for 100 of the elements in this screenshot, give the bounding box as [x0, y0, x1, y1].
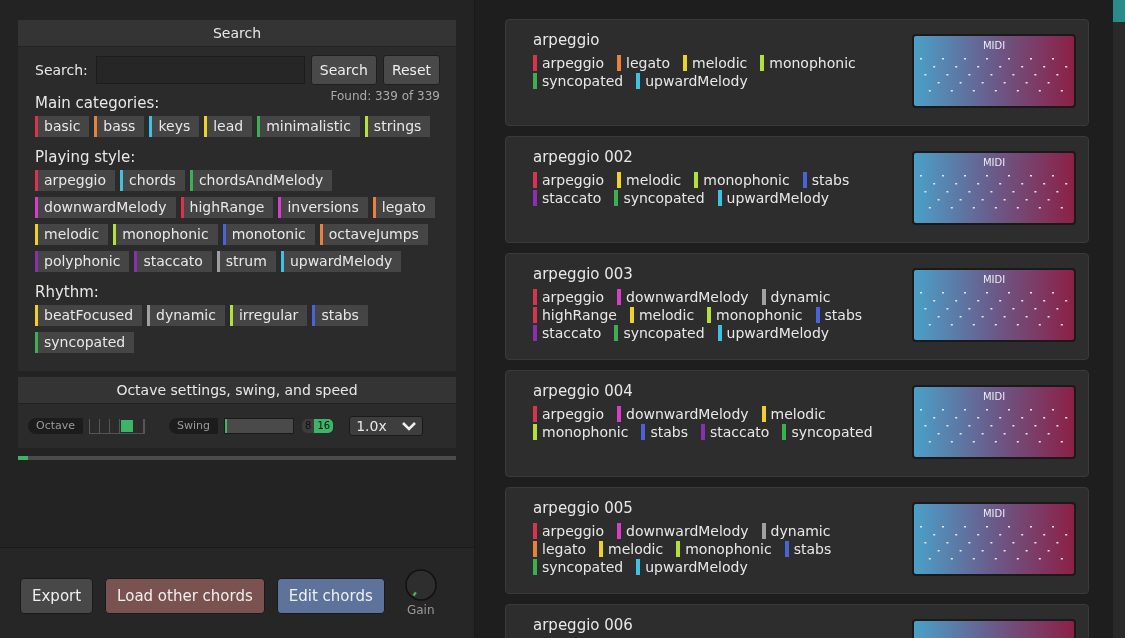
preset-tag: monophonic — [676, 540, 772, 558]
filter-tag[interactable]: chords — [120, 170, 185, 191]
swing-slider[interactable] — [224, 418, 295, 434]
midi-label: MIDI — [981, 274, 1007, 285]
search-button[interactable]: Reset — [382, 55, 440, 85]
filter-tag[interactable]: upwardMelody — [280, 251, 402, 272]
filter-tag[interactable]: irregular — [229, 305, 308, 326]
preset-tag: stabs — [641, 423, 688, 441]
preset-card[interactable]: arpeggio 004 arpeggio downwardMelody melodic monophonic stabs staccato syncopated MIDI — [505, 370, 1089, 477]
preset-tag: highRange — [533, 306, 617, 324]
gain-label: Gain — [406, 603, 435, 617]
search-button[interactable]: Search — [310, 55, 377, 85]
footer-button[interactable]: Edit chords — [276, 578, 385, 614]
filter-tag[interactable]: strum — [216, 251, 276, 272]
filter-tag[interactable]: keys — [149, 116, 200, 137]
preset-tag: arpeggio — [533, 405, 605, 423]
preset-tag: monophonic — [694, 171, 790, 189]
footer-button[interactable]: Export — [20, 578, 94, 614]
filter-tag[interactable]: octaveJumps — [319, 224, 428, 245]
preset-tag: melodic — [761, 405, 826, 423]
group-label: Main categories: — [35, 94, 160, 112]
preset-tag: downwardMelody — [617, 405, 749, 423]
preset-tag: dynamic — [761, 522, 831, 540]
filter-tag[interactable]: dynamic — [147, 305, 225, 326]
preset-card[interactable]: arpeggio 005 arpeggio downwardMelody dynamic legato melodic monophonic stabs syncopated upwardMelody MIDI — [505, 487, 1089, 594]
filter-tag[interactable]: downwardMelody — [35, 197, 176, 218]
preset-tag: syncopated — [614, 189, 705, 207]
preset-title: arpeggio 006 — [533, 616, 633, 634]
preset-title: arpeggio — [533, 31, 601, 49]
preset-title: arpeggio 003 — [533, 265, 634, 283]
preset-tag: arpeggio — [533, 522, 605, 540]
preset-card[interactable]: arpeggio 003 arpeggio downwardMelody dynamic highRange melodic monophonic stabs staccato syncopated upwardMelody MIDI — [505, 253, 1089, 360]
filter-tag[interactable]: legato — [372, 197, 435, 218]
preset-tag: syncopated — [533, 558, 624, 576]
preset-tag: staccato — [533, 324, 602, 342]
preset-tag: legato — [533, 540, 587, 558]
group-label: Rhythm: — [35, 283, 99, 301]
footer-button[interactable]: Load other chords — [105, 578, 265, 614]
preset-tag: melodic — [617, 171, 682, 189]
panel-title: Octave settings, swing, and speed — [18, 377, 456, 404]
preset-tag: upwardMelody — [636, 72, 748, 90]
filter-tag[interactable]: monophonic — [113, 224, 218, 245]
filter-tag[interactable]: arpeggio — [35, 170, 116, 191]
preset-tag: melodic — [599, 540, 664, 558]
preset-tag: staccato — [701, 423, 770, 441]
preset-tag: stabs — [815, 306, 863, 324]
swing-option[interactable]: 16 — [314, 419, 334, 433]
filter-tag[interactable]: monotonic — [222, 224, 315, 245]
preset-tag: monophonic — [707, 306, 803, 324]
filter-tag[interactable]: strings — [364, 116, 431, 137]
filter-tag[interactable]: bass — [94, 116, 145, 137]
preset-tag: monophonic — [760, 54, 856, 72]
filter-tag[interactable]: basic — [35, 116, 90, 137]
filter-tag[interactable]: stabs — [312, 305, 368, 326]
scrollbar[interactable] — [1113, 0, 1125, 638]
filter-tag[interactable]: syncopated — [35, 332, 135, 353]
preset-tag: syncopated — [782, 423, 873, 441]
midi-label: MIDI — [981, 508, 1007, 519]
preset-title: arpeggio 002 — [533, 148, 634, 166]
preset-tag: downwardMelody — [617, 288, 749, 306]
preset-card[interactable]: arpeggio 006 — [505, 604, 1089, 638]
octave-label: Octave — [28, 418, 84, 434]
preset-tag: arpeggio — [533, 288, 605, 306]
preset-tag: downwardMelody — [617, 522, 749, 540]
filter-tag[interactable]: lead — [204, 116, 253, 137]
preset-tag: arpeggio — [533, 171, 605, 189]
preset-tag: upwardMelody — [717, 189, 830, 207]
preset-tag: staccato — [533, 189, 602, 207]
preset-title: arpeggio 004 — [533, 382, 634, 400]
octave-selector[interactable] — [89, 418, 146, 434]
preset-card[interactable]: arpeggio 002 arpeggio melodic monophonic stabs staccato syncopated upwardMelody MIDI — [505, 136, 1089, 243]
found-count: Found: 339 of 339 — [330, 89, 440, 103]
preset-tag: stabs — [784, 540, 832, 558]
group-label: Playing style: — [35, 148, 136, 166]
filter-tag[interactable]: beatFocused — [35, 305, 143, 326]
preset-card[interactable]: arpeggio arpeggio legato melodic monophonic syncopated upwardMelody MIDI — [505, 19, 1089, 126]
preset-tag: upwardMelody — [636, 558, 748, 576]
preset-title: arpeggio 005 — [533, 499, 634, 517]
filter-tag[interactable]: melodic — [35, 224, 109, 245]
preset-tag: arpeggio — [533, 54, 605, 72]
preset-tag: syncopated — [533, 72, 624, 90]
search-label: Search: — [35, 62, 88, 78]
filter-tag[interactable]: highRange — [180, 197, 274, 218]
filter-tag[interactable]: chordsAndMelody — [189, 170, 333, 191]
chevron-down-icon — [402, 421, 417, 431]
preset-tag: dynamic — [761, 288, 831, 306]
preset-tag: syncopated — [614, 324, 705, 342]
preset-tag: legato — [617, 54, 671, 72]
filter-tag[interactable]: minimalistic — [257, 116, 360, 137]
preset-tag: melodic — [683, 54, 748, 72]
filter-tag[interactable]: polyphonic — [35, 251, 130, 272]
filter-tag[interactable]: staccato — [134, 251, 212, 272]
speed-dropdown[interactable]: 1.0x — [349, 416, 424, 436]
filter-tag[interactable]: inversions — [278, 197, 368, 218]
midi-label: MIDI — [981, 157, 1007, 168]
panel-title: Search — [18, 20, 456, 47]
swing-label: Swing — [169, 418, 219, 434]
midi-label: MIDI — [981, 40, 1007, 51]
preset-tag: upwardMelody — [717, 324, 830, 342]
midi-label: MIDI — [981, 391, 1007, 402]
